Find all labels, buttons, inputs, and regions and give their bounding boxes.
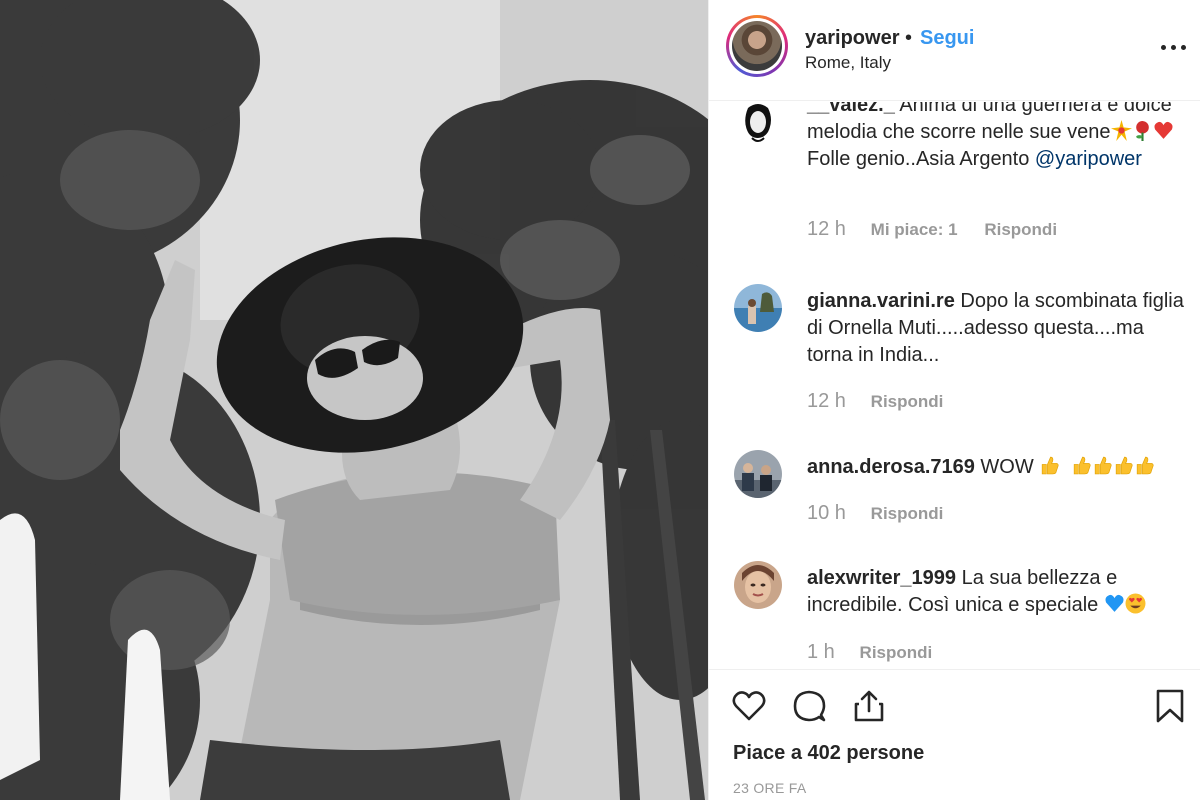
comment-likes-count[interactable]: Mi piace: 1 <box>871 220 958 239</box>
author-avatar[interactable] <box>726 15 788 77</box>
reply-button[interactable]: Rispondi <box>984 220 1057 239</box>
comment-body: gianna.varini.re Dopo la scombinata figl… <box>807 288 1187 369</box>
rose-emoji-icon <box>1135 121 1149 141</box>
post-time-ago[interactable]: 23 ORE FA <box>733 780 807 796</box>
post-header: yaripower • Segui Rome, Italy <box>709 0 1200 101</box>
comment-body: anna.derosa.7169 WOW <box>807 454 1187 481</box>
heart-icon[interactable] <box>731 688 767 724</box>
separator-dot: • <box>905 27 913 49</box>
thumbs-up-emoji-icon <box>1137 456 1154 475</box>
comment-meta: 10 h Rispondi <box>807 502 965 525</box>
thumbs-up-emoji-icon <box>1042 456 1059 475</box>
more-options-icon[interactable] <box>1161 34 1187 60</box>
post-actions: Piace a 402 persone 23 ORE FA <box>709 669 1200 800</box>
post-photo[interactable] <box>0 0 708 800</box>
commenter-username[interactable]: gianna.varini.re <box>807 290 955 312</box>
comment-icon[interactable] <box>791 688 827 724</box>
reply-button[interactable]: Rispondi <box>860 643 933 662</box>
thumbs-up-emoji-icon <box>1095 456 1112 475</box>
comment-time[interactable]: 10 h <box>807 502 846 524</box>
commenter-avatar[interactable] <box>734 561 782 609</box>
comment-body: __valez._ Anima di una guerriera e dolce… <box>807 102 1187 173</box>
commenter-avatar[interactable] <box>734 284 782 332</box>
comment-time[interactable]: 12 h <box>807 390 846 412</box>
comment-meta: 12 h Mi piace: 1 Rispondi <box>807 218 1079 241</box>
thumbs-up-emoji-icon <box>1074 456 1091 475</box>
bookmark-icon[interactable] <box>1152 688 1188 724</box>
sparkle-emoji-icon <box>1110 120 1132 141</box>
comment-body: alexwriter_1999 La sua bellezza e incred… <box>807 565 1187 619</box>
comments-list[interactable]: __valez._ Anima di una guerriera e dolce… <box>709 102 1200 668</box>
heart-eyes-emoji-icon <box>1125 593 1146 614</box>
blue-heart-emoji-icon <box>1105 594 1124 612</box>
commenter-username[interactable]: alexwriter_1999 <box>807 567 956 589</box>
reply-button[interactable]: Rispondi <box>871 392 944 411</box>
comment-mention[interactable]: @yaripower <box>1035 148 1142 170</box>
post-location[interactable]: Rome, Italy <box>805 53 891 73</box>
comment-meta: 1 h Rispondi <box>807 641 954 664</box>
commenter-avatar[interactable] <box>734 102 782 146</box>
photo-illustration <box>0 0 708 800</box>
share-icon[interactable] <box>851 688 887 724</box>
commenter-avatar[interactable] <box>734 450 782 498</box>
comment-time[interactable]: 1 h <box>807 641 835 663</box>
follow-button[interactable]: Segui <box>920 27 974 50</box>
comment-text: WOW <box>974 456 1040 478</box>
comment-meta: 12 h Rispondi <box>807 390 965 413</box>
heart-emoji-icon <box>1154 121 1173 139</box>
comment-time[interactable]: 12 h <box>807 218 846 240</box>
commenter-username[interactable]: anna.derosa.7169 <box>807 456 975 478</box>
commenter-username[interactable]: __valez._ <box>807 102 895 116</box>
reply-button[interactable]: Rispondi <box>871 504 944 523</box>
comment-text-continued: Folle genio..Asia Argento <box>807 148 1035 170</box>
thumbs-up-emoji-icon <box>1116 456 1133 475</box>
likes-count[interactable]: Piace a 402 persone <box>733 742 924 765</box>
author-username[interactable]: yaripower <box>805 27 899 50</box>
post-panel: yaripower • Segui Rome, Italy __valez._ … <box>708 0 1200 800</box>
